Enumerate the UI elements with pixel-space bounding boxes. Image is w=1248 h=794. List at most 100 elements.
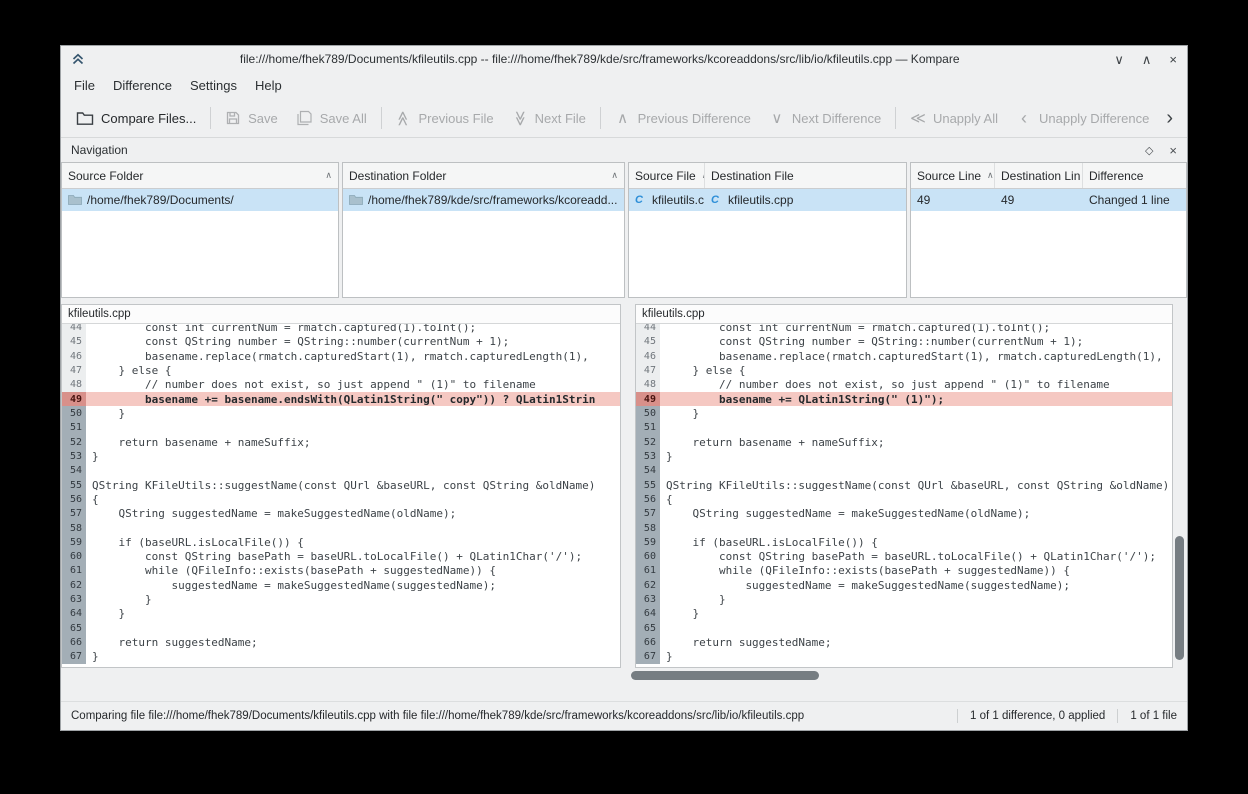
destination-line-header-label: Destination Lin	[1001, 169, 1080, 183]
code-text: const int currentNum = rmatch.captured(1…	[660, 324, 1172, 335]
code-line-61: 61 while (QFileInfo::exists(basePath + s…	[636, 564, 1172, 578]
menu-difference[interactable]: Difference	[104, 74, 181, 97]
source-file-header-label: Source File	[635, 169, 696, 183]
status-files: 1 of 1 file	[1130, 710, 1177, 722]
code-text: QString KFileUtils::suggestName(const QU…	[86, 478, 620, 492]
unapply-difference-label: Unapply Difference	[1039, 111, 1149, 126]
code-text: }	[660, 592, 1172, 606]
kompare-app-icon	[71, 52, 85, 66]
code-line-47: 47 } else {	[62, 363, 620, 377]
destination-folder-header-label: Destination Folder	[349, 169, 446, 183]
code-text	[660, 621, 1172, 635]
destination-folder-row[interactable]: /home/fhek789/kde/src/frameworks/kcoread…	[343, 189, 624, 211]
close-dock-icon[interactable]: ×	[1169, 143, 1177, 158]
minimize-button[interactable]: ∨	[1114, 53, 1124, 66]
line-number: 51	[636, 421, 660, 435]
code-line-54: 54	[62, 464, 620, 478]
horizontal-scrollbar[interactable]	[61, 668, 1173, 684]
code-line-63: 63 }	[62, 592, 620, 606]
line-number: 55	[62, 478, 86, 492]
line-number: 51	[62, 421, 86, 435]
save-button[interactable]: Save	[216, 104, 287, 132]
double-chevron-up-icon: ≫	[396, 110, 411, 126]
code-line-52: 52 return basename + nameSuffix;	[62, 435, 620, 449]
next-file-button[interactable]: ≫ Next File	[503, 105, 595, 132]
destination-file-header-label: Destination File	[711, 169, 794, 183]
window-title: file:///home/fhek789/Documents/kfileutil…	[93, 52, 1106, 66]
left-code[interactable]: 44 const int currentNum = rmatch.capture…	[62, 324, 620, 667]
menu-help[interactable]: Help	[246, 74, 291, 97]
titlebar[interactable]: file:///home/fhek789/Documents/kfileutil…	[61, 46, 1187, 72]
difference-header-label: Difference	[1089, 169, 1143, 183]
code-text	[660, 464, 1172, 478]
unapply-difference-button[interactable]: ‹ Unapply Difference	[1007, 103, 1158, 133]
source-line-value: 49	[917, 193, 930, 207]
destination-diff-pane: kfileutils.cpp 44 const int currentNum =…	[635, 304, 1173, 668]
compare-files-button[interactable]: Compare Files...	[67, 105, 205, 132]
files-row[interactable]: C kfileutils.c... C kfileutils.cpp	[629, 189, 906, 211]
line-number: 47	[636, 363, 660, 377]
source-folder-header[interactable]: Source Folder ∧	[62, 163, 338, 189]
code-line-65: 65	[62, 621, 620, 635]
source-folder-row[interactable]: /home/fhek789/Documents/	[62, 189, 338, 211]
code-line-58: 58	[62, 521, 620, 535]
unapply-all-button[interactable]: ≪ Unapply All	[901, 105, 1007, 132]
source-diff-pane: kfileutils.cpp 44 const int currentNum =…	[61, 304, 621, 668]
destination-file-value: kfileutils.cpp	[728, 193, 793, 207]
save-all-button[interactable]: Save All	[287, 104, 376, 132]
line-number: 63	[62, 592, 86, 606]
save-icon	[225, 110, 241, 126]
previous-file-button[interactable]: ≫ Previous File	[386, 105, 502, 132]
line-number: 57	[62, 507, 86, 521]
float-dock-icon[interactable]: ◇	[1145, 144, 1153, 157]
previous-difference-button[interactable]: ∧ Previous Difference	[606, 105, 760, 132]
code-text: }	[660, 406, 1172, 420]
code-line-57: 57 QString suggestedName = makeSuggested…	[62, 507, 620, 521]
right-code[interactable]: 44 const int currentNum = rmatch.capture…	[636, 324, 1172, 667]
code-text: const QString number = QString::number(c…	[86, 335, 620, 349]
line-number: 58	[636, 521, 660, 535]
destination-line-value: 49	[1001, 193, 1014, 207]
toolbar-separator	[600, 107, 601, 129]
vertical-scrollbar[interactable]	[1173, 304, 1187, 668]
code-text: QString suggestedName = makeSuggestedNam…	[86, 507, 620, 521]
toolbar: Compare Files... Save Save All ≫ Previou…	[61, 99, 1187, 138]
difference-panel-header[interactable]: Source Line ∧ Destination Lin Difference	[911, 163, 1186, 189]
toolbar-overflow-button[interactable]: ›	[1158, 107, 1181, 130]
navigation-panels: Source Folder ∧ /home/fhek789/Documents/…	[61, 162, 1187, 304]
code-text	[86, 521, 620, 535]
menu-settings[interactable]: Settings	[181, 74, 246, 97]
compare-files-label: Compare Files...	[101, 111, 196, 126]
horizontal-scrollbar-thumb[interactable]	[631, 671, 819, 680]
next-difference-button[interactable]: ∨ Next Difference	[760, 105, 890, 132]
close-button[interactable]: ×	[1169, 53, 1177, 66]
status-divider	[957, 709, 958, 723]
destination-folder-panel: Destination Folder ∧ /home/fhek789/kde/s…	[342, 162, 625, 298]
code-line-67: 67}	[62, 650, 620, 664]
code-text: }	[86, 449, 620, 463]
line-number: 62	[62, 578, 86, 592]
save-all-icon	[296, 110, 313, 126]
maximize-button[interactable]: ∧	[1142, 53, 1152, 66]
code-text	[660, 421, 1172, 435]
line-number: 52	[62, 435, 86, 449]
code-line-47: 47 } else {	[636, 363, 1172, 377]
code-line-64: 64 }	[636, 607, 1172, 621]
code-line-57: 57 QString suggestedName = makeSuggested…	[636, 507, 1172, 521]
code-text: QString suggestedName = makeSuggestedNam…	[660, 507, 1172, 521]
code-line-60: 60 const QString basePath = baseURL.toLo…	[62, 550, 620, 564]
code-line-59: 59 if (baseURL.isLocalFile()) {	[636, 535, 1172, 549]
code-line-52: 52 return basename + nameSuffix;	[636, 435, 1172, 449]
destination-folder-header[interactable]: Destination Folder ∧	[343, 163, 624, 189]
next-difference-label: Next Difference	[792, 111, 881, 126]
status-divider	[1117, 709, 1118, 723]
difference-row[interactable]: 49 49 Changed 1 line	[911, 189, 1186, 211]
files-panel-header[interactable]: Source File ∧ Destination File	[629, 163, 906, 189]
vertical-scrollbar-thumb[interactable]	[1175, 536, 1184, 660]
menu-file[interactable]: File	[65, 74, 104, 97]
line-number: 48	[636, 378, 660, 392]
sort-ascending-icon: ∧	[605, 170, 618, 181]
code-text: } else {	[86, 363, 620, 377]
code-line-45: 45 const QString number = QString::numbe…	[62, 335, 620, 349]
source-folder-header-label: Source Folder	[68, 169, 143, 183]
